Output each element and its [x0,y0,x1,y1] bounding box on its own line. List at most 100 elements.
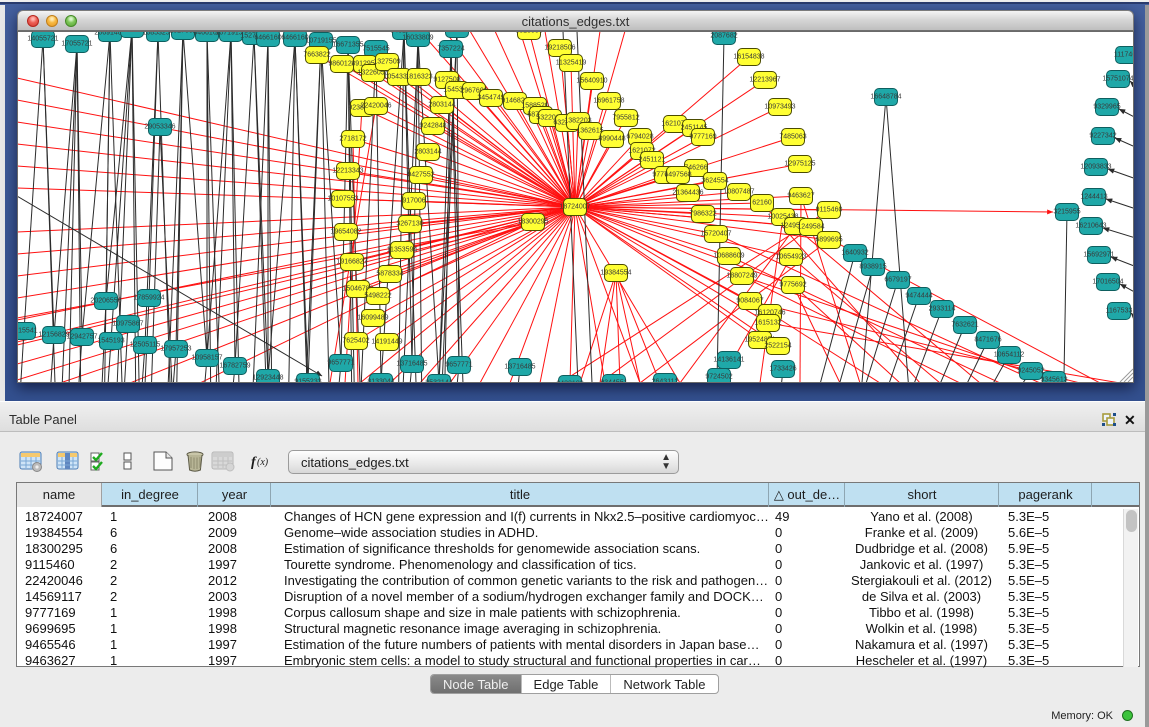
svg-text:21364436: 21364436 [672,190,703,197]
svg-text:16210643: 16210643 [1075,223,1106,230]
svg-text:10958157: 10958157 [191,355,222,362]
svg-text:9084067: 9084067 [736,298,763,305]
svg-text:12156829: 12156829 [38,332,69,339]
svg-text:62160: 62160 [752,200,772,207]
svg-text:13716485: 13716485 [396,361,427,368]
svg-text:18300295: 18300295 [517,219,548,226]
svg-text:12942757: 12942757 [66,334,97,341]
svg-text:1640932: 1640932 [841,250,868,257]
svg-text:7515545: 7515545 [362,46,389,53]
svg-text:8471676: 8471676 [974,337,1001,344]
svg-text:2451121: 2451121 [639,157,666,164]
svg-text:9657771: 9657771 [445,362,472,369]
svg-text:16961758: 16961758 [593,98,624,105]
svg-text:1244413: 1244413 [1080,194,1107,201]
svg-text:6466160: 6466160 [254,35,281,42]
svg-text:12213967: 12213967 [749,77,780,84]
svg-text:18724007: 18724007 [559,204,590,211]
svg-text:3915541: 3915541 [17,328,38,335]
svg-text:1733426: 1733426 [769,366,796,373]
svg-text:1362615: 1362615 [576,128,603,135]
svg-text:9242848: 9242848 [419,123,446,130]
svg-text:10975867: 10975867 [112,321,143,328]
svg-text:9775692: 9775692 [779,282,806,289]
svg-text:9777169: 9777169 [689,134,716,141]
svg-text:7663822: 7663822 [303,52,330,59]
svg-text:8938915: 8938915 [859,264,886,271]
svg-text:17055721: 17055721 [61,41,92,48]
svg-text:15720407: 15720407 [700,231,731,238]
svg-text:1545193: 1545193 [97,338,124,345]
svg-text:18807249: 18807249 [726,273,757,280]
svg-text:2803144: 2803144 [428,102,455,109]
svg-text:17957253: 17957253 [160,346,191,353]
svg-text:12975125: 12975125 [784,161,815,168]
svg-text:2522154: 2522154 [764,343,791,350]
svg-text:1249584: 1249584 [797,224,824,231]
svg-text:7632621: 7632621 [951,322,978,329]
svg-text:9657771: 9657771 [327,360,354,367]
svg-text:6794028: 6794028 [626,134,653,141]
svg-text:9463627: 9463627 [787,193,814,200]
svg-text:9427552: 9427552 [407,172,434,179]
svg-text:14055721: 14055721 [27,36,58,43]
svg-text:29053346: 29053346 [144,124,175,131]
svg-text:1117463: 1117463 [1114,52,1134,59]
svg-text:9329965: 9329965 [1093,104,1120,111]
svg-text:6497568: 6497568 [664,172,691,179]
svg-text:12213343: 12213343 [332,168,363,175]
svg-text:8990448: 8990448 [598,136,625,143]
svg-text:10654923: 10654923 [775,254,806,261]
svg-text:16671355: 16671355 [332,42,363,49]
svg-text:5878334: 5878334 [376,271,403,278]
svg-text:14191449: 14191449 [371,339,402,346]
svg-text:9724502: 9724502 [705,374,732,381]
svg-text:13716485: 13716485 [504,364,535,371]
svg-text:2933114: 2933114 [929,306,956,313]
svg-text:19384554: 19384554 [600,270,631,277]
svg-text:7955812: 7955812 [612,115,639,122]
svg-text:16099489: 16099489 [357,315,388,322]
svg-text:10688609: 10688609 [713,253,744,260]
svg-text:12505115: 12505115 [130,342,161,349]
svg-text:10107553: 10107553 [327,196,358,203]
svg-text:1615132: 1615132 [754,320,781,327]
svg-text:3267130: 3267130 [396,221,423,228]
svg-text:22420046: 22420046 [360,103,391,110]
svg-text:1327509: 1327509 [373,59,400,66]
svg-text:9115460: 9115460 [816,207,843,214]
svg-text:12923448: 12923448 [252,375,283,382]
svg-text:6679197: 6679197 [884,277,911,284]
svg-text:917006: 917006 [402,198,425,205]
svg-text:14136141: 14136141 [713,357,744,364]
svg-text:6899695: 6899695 [815,237,842,244]
svg-text:7357224: 7357224 [437,46,464,53]
svg-text:10973493: 10973493 [764,104,795,111]
svg-text:19218506: 19218506 [544,45,575,52]
svg-text:19166827: 19166827 [336,259,367,266]
svg-text:11353594: 11353594 [387,247,418,254]
svg-text:2718172: 2718172 [339,136,366,143]
svg-text:2087682: 2087682 [710,33,737,40]
svg-text:16033809: 16033809 [402,35,433,42]
svg-text:12093833: 12093833 [1080,164,1111,171]
svg-text:10807487: 10807487 [723,189,754,196]
svg-text:15751074: 15751074 [1102,76,1133,83]
svg-text:10654112: 10654112 [994,352,1025,359]
svg-text:20206556: 20206556 [90,298,121,305]
svg-text:7625402: 7625402 [342,338,369,345]
svg-text:1167533: 1167533 [1106,308,1133,315]
svg-text:19654082: 19654082 [330,229,361,236]
svg-text:15692971: 15692971 [1083,252,1114,259]
svg-text:9474444: 9474444 [905,293,932,300]
svg-text:16154838: 16154838 [733,54,764,61]
svg-text:17859924: 17859924 [133,295,164,302]
svg-text:17016504: 17016504 [1092,279,1123,286]
svg-text:15640910: 15640910 [576,78,607,85]
svg-text:11325419: 11325419 [556,60,587,67]
svg-text:5498222: 5498222 [364,293,391,300]
svg-text:3215955: 3215955 [1053,209,1080,216]
svg-text:9227342: 9227342 [1089,133,1116,140]
svg-text:16782759: 16782759 [219,363,250,370]
svg-text:3624554: 3624554 [701,178,728,185]
